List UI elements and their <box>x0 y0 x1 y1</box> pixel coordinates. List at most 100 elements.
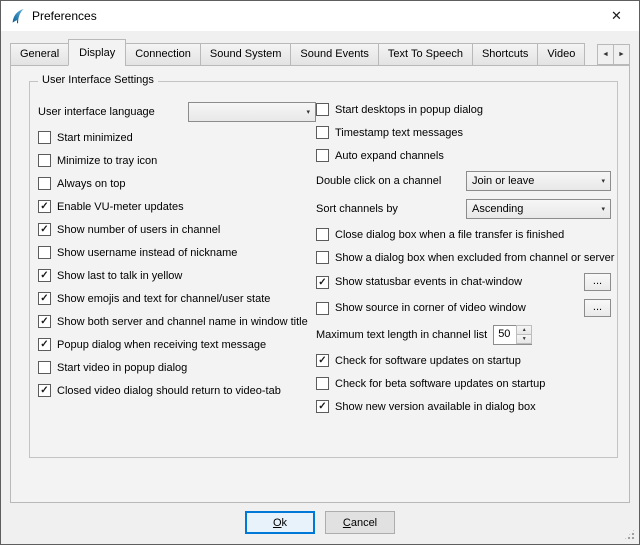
checkbox-show-username[interactable]: Show username instead of nickname <box>38 245 316 260</box>
language-row: User interface language ▾ <box>38 102 316 122</box>
checkbox-auto-expand-channels[interactable]: Auto expand channels <box>316 148 613 163</box>
checkbox-dialog-when-excluded[interactable]: Show a dialog box when excluded from cha… <box>316 250 613 265</box>
close-icon: ✕ <box>611 8 622 24</box>
checkbox-start-video-popup[interactable]: Start video in popup dialog <box>38 360 316 375</box>
checkbox-label: Start minimized <box>57 132 133 144</box>
checkbox-label: Enable VU-meter updates <box>57 201 184 213</box>
left-column: User interface language ▾ Start minimize… <box>38 102 316 414</box>
checkbox-box <box>316 228 329 241</box>
titlebar[interactable]: Preferences ✕ <box>1 1 639 31</box>
checkbox-label: Check for software updates on startup <box>335 355 521 367</box>
checkbox-label: Closed video dialog should return to vid… <box>57 385 281 397</box>
checkbox-box: ✓ <box>38 269 51 282</box>
max-text-length-spinner[interactable]: 50 ▲ ▼ <box>493 325 532 345</box>
checkbox-box: ✓ <box>38 315 51 328</box>
checkbox-software-updates[interactable]: ✓ Check for software updates on startup <box>316 353 613 368</box>
footer: Ok Cancel <box>1 511 639 534</box>
checkbox-new-version-dialog[interactable]: ✓ Show new version available in dialog b… <box>316 399 613 414</box>
language-select[interactable]: ▾ <box>188 102 316 122</box>
checkbox-label: Show statusbar events in chat-window <box>335 276 522 288</box>
tab-bar: General Display Connection Sound System … <box>10 39 630 66</box>
checkbox-label: Show username instead of nickname <box>57 247 237 259</box>
chevron-down-icon: ▾ <box>306 108 310 116</box>
checkbox-box <box>316 126 329 139</box>
checkbox-show-emojis[interactable]: ✓ Show emojis and text for channel/user … <box>38 291 316 306</box>
checkbox-box <box>316 302 329 315</box>
statusbar-events-config-button[interactable]: ... <box>584 273 611 291</box>
double-click-label: Double click on a channel <box>316 175 441 187</box>
language-label: User interface language <box>38 106 155 118</box>
window-title: Preferences <box>32 9 97 23</box>
double-click-row: Double click on a channel Join or leave … <box>316 171 613 191</box>
checkbox-box: ✓ <box>316 354 329 367</box>
checkbox-label: Auto expand channels <box>335 150 444 162</box>
checkbox-box: ✓ <box>316 400 329 413</box>
tab-scroll-left-button[interactable]: ◄ <box>597 44 614 65</box>
checkbox-label: Minimize to tray icon <box>57 155 157 167</box>
checkbox-box: ✓ <box>38 384 51 397</box>
tab-shortcuts[interactable]: Shortcuts <box>472 43 538 66</box>
preferences-window: Preferences ✕ General Display Connection… <box>0 0 640 545</box>
sort-channels-label: Sort channels by <box>316 203 398 215</box>
checkbox-box <box>38 177 51 190</box>
checkbox-box <box>316 103 329 116</box>
checkbox-popup-text-message[interactable]: ✓ Popup dialog when receiving text messa… <box>38 337 316 352</box>
sort-channels-row: Sort channels by Ascending ▾ <box>316 199 613 219</box>
video-source-config-button[interactable]: ... <box>584 299 611 317</box>
checkbox-timestamp-messages[interactable]: Timestamp text messages <box>316 125 613 140</box>
checkbox-minimize-to-tray[interactable]: Minimize to tray icon <box>38 153 316 168</box>
group-title: User Interface Settings <box>38 74 158 86</box>
tab-display[interactable]: Display <box>68 39 126 66</box>
checkbox-label: Show last to talk in yellow <box>57 270 182 282</box>
ok-button[interactable]: Ok <box>245 511 315 534</box>
checkbox-box: ✓ <box>38 200 51 213</box>
chevron-down-icon: ▾ <box>601 177 605 185</box>
tab-sound-events[interactable]: Sound Events <box>290 43 379 66</box>
right-column: Start desktops in popup dialog Timestamp… <box>316 102 613 414</box>
checkbox-box <box>316 377 329 390</box>
checkbox-box <box>316 149 329 162</box>
cancel-label: Cancel <box>343 517 377 529</box>
cancel-button[interactable]: Cancel <box>325 511 395 534</box>
checkbox-box <box>38 246 51 259</box>
checkbox-vu-meter-updates[interactable]: ✓ Enable VU-meter updates <box>38 199 316 214</box>
checkbox-statusbar-events[interactable]: ✓ Show statusbar events in chat-window <box>316 275 522 290</box>
chevron-down-icon: ▾ <box>601 205 605 213</box>
checkbox-label: Check for beta software updates on start… <box>335 378 545 390</box>
checkbox-start-desktops-popup[interactable]: Start desktops in popup dialog <box>316 102 613 117</box>
tab-scrollers: ◄ ► <box>598 44 630 65</box>
checkbox-label: Show source in corner of video window <box>335 302 526 314</box>
checkbox-last-to-talk-yellow[interactable]: ✓ Show last to talk in yellow <box>38 268 316 283</box>
sort-channels-select[interactable]: Ascending ▾ <box>466 199 611 219</box>
spinner-value: 50 <box>494 326 516 344</box>
checkbox-beta-updates[interactable]: Check for beta software updates on start… <box>316 376 613 391</box>
tab-page-display: User Interface Settings User interface l… <box>10 65 630 503</box>
checkbox-label: Show both server and channel name in win… <box>57 316 308 328</box>
double-click-select[interactable]: Join or leave ▾ <box>466 171 611 191</box>
tab-sound-system[interactable]: Sound System <box>200 43 292 66</box>
tab-text-to-speech[interactable]: Text To Speech <box>378 43 473 66</box>
checkbox-server-channel-in-title[interactable]: ✓ Show both server and channel name in w… <box>38 314 316 329</box>
checkbox-always-on-top[interactable]: Always on top <box>38 176 316 191</box>
checkbox-label: Start desktops in popup dialog <box>335 104 483 116</box>
checkbox-box: ✓ <box>38 223 51 236</box>
spin-down-icon[interactable]: ▼ <box>516 334 532 344</box>
close-button[interactable]: ✕ <box>594 1 639 31</box>
tab-scroll-right-button[interactable]: ► <box>613 44 630 65</box>
checkbox-box <box>38 361 51 374</box>
tab-video[interactable]: Video <box>537 43 585 66</box>
ok-label: Ok <box>273 517 287 529</box>
checkbox-closed-video-return[interactable]: ✓ Closed video dialog should return to v… <box>38 383 316 398</box>
max-text-length-label: Maximum text length in channel list <box>316 329 487 341</box>
statusbar-events-row: ✓ Show statusbar events in chat-window .… <box>316 273 613 291</box>
tab-general[interactable]: General <box>10 43 69 66</box>
checkbox-start-minimized[interactable]: Start minimized <box>38 130 316 145</box>
checkbox-video-source-corner[interactable]: Show source in corner of video window <box>316 301 526 316</box>
combo-value: Ascending <box>472 203 595 215</box>
combo-value: Join or leave <box>472 175 595 187</box>
video-source-row: Show source in corner of video window ..… <box>316 299 613 317</box>
app-icon <box>10 8 26 24</box>
checkbox-show-user-count[interactable]: ✓ Show number of users in channel <box>38 222 316 237</box>
tab-connection[interactable]: Connection <box>125 43 201 66</box>
checkbox-close-dialog-file-transfer[interactable]: Close dialog box when a file transfer is… <box>316 227 613 242</box>
